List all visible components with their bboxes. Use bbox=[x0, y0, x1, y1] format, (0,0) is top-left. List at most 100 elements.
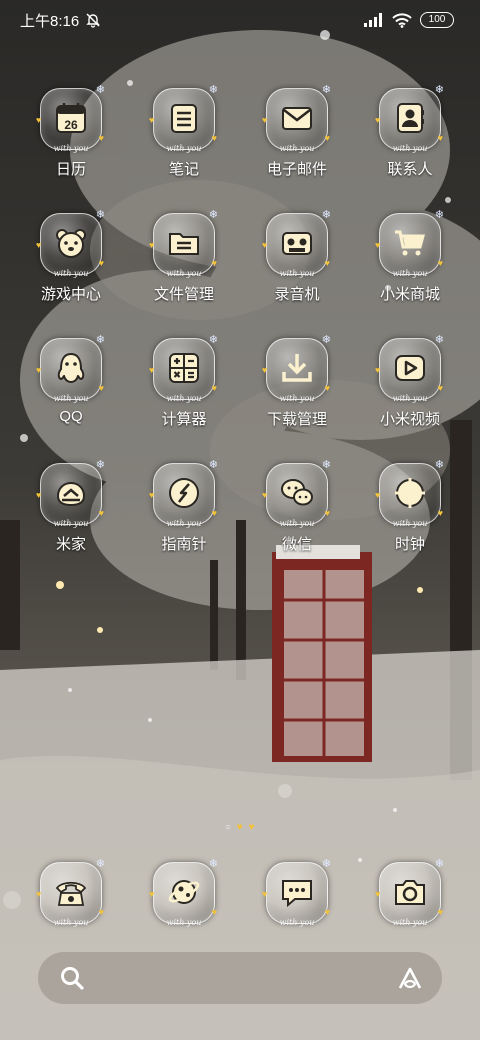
with-you-caption: with you bbox=[279, 144, 315, 153]
app-mi-video[interactable]: ♥ ♥ ❄ with you 小米视频 bbox=[350, 334, 470, 444]
app-label: 微信 bbox=[281, 536, 312, 553]
app-calculator[interactable]: ♥ ♥ ❄ with you 计算器 bbox=[124, 334, 244, 444]
app-label: 下载管理 bbox=[266, 411, 327, 428]
with-you-caption: with you bbox=[53, 519, 89, 528]
heart-icon: ♥ bbox=[211, 258, 217, 268]
heart-icon: ♥ bbox=[375, 889, 381, 899]
heart-icon: ♥ bbox=[262, 115, 268, 125]
browser-icon bbox=[168, 880, 200, 904]
snowflake-icon: ❄ bbox=[434, 459, 444, 471]
home-icon bbox=[56, 481, 86, 507]
folder-icon bbox=[169, 233, 199, 255]
page-indicator[interactable]: ≡ ♥ ♥ bbox=[0, 822, 480, 833]
app-contacts[interactable]: ♥ ♥ ❄ with you 联系人 bbox=[350, 84, 470, 194]
snowflake-icon: ❄ bbox=[208, 84, 218, 96]
status-time: 上午8:16 bbox=[20, 12, 80, 30]
heart-icon: ♥ bbox=[324, 383, 330, 393]
search-bar[interactable] bbox=[38, 952, 442, 1004]
camera-icon bbox=[395, 880, 425, 905]
heart-icon: ♥ bbox=[36, 490, 42, 500]
snowflake-icon: ❄ bbox=[95, 334, 105, 346]
with-you-caption: with you bbox=[279, 269, 315, 278]
app-file-manager[interactable]: ♥ ♥ ❄ with you 文件管理 bbox=[124, 209, 244, 319]
contacts-icon bbox=[397, 103, 424, 133]
with-you-caption: with you bbox=[53, 144, 89, 153]
notes-icon bbox=[171, 104, 197, 133]
heart-icon: ♥ bbox=[36, 365, 42, 375]
heart-icon: ♥ bbox=[437, 258, 443, 268]
app-recorder[interactable]: ♥ ♥ ❄ with you 录音机 bbox=[237, 209, 357, 319]
snowflake-icon: ❄ bbox=[95, 858, 105, 870]
page-heart-icon: ♥ bbox=[236, 822, 243, 833]
menu-lines-icon: ≡ bbox=[225, 822, 231, 832]
app-label: 电子邮件 bbox=[266, 161, 327, 178]
mail-icon bbox=[282, 107, 312, 130]
with-you-caption: with you bbox=[279, 519, 315, 528]
snowflake-icon: ❄ bbox=[208, 459, 218, 471]
with-you-caption: with you bbox=[53, 394, 89, 403]
app-label: 时钟 bbox=[394, 536, 425, 553]
app-label: 游戏中心 bbox=[40, 286, 101, 303]
app-game-center[interactable]: ♥ ♥ ❄ with you 游戏中心 bbox=[11, 209, 131, 319]
app-label: QQ bbox=[59, 408, 83, 425]
with-you-caption: with you bbox=[392, 918, 428, 927]
cart-icon bbox=[395, 230, 425, 256]
app-icon-bubble: ♥ ♥ ❄ bbox=[375, 459, 444, 525]
snowflake-icon: ❄ bbox=[208, 858, 218, 870]
app-icon-bubble: ♥ ♥ ❄ bbox=[36, 334, 105, 400]
search-icon bbox=[61, 967, 84, 990]
heart-icon: ♥ bbox=[375, 115, 381, 125]
snowflake-icon: ❄ bbox=[434, 858, 444, 870]
app-notes[interactable]: ♥ ♥ ❄ with you 笔记 bbox=[124, 84, 244, 194]
snowflake-icon: ❄ bbox=[321, 209, 331, 221]
wechat-icon bbox=[281, 479, 313, 506]
heart-icon: ♥ bbox=[149, 365, 155, 375]
heart-icon: ♥ bbox=[437, 133, 443, 143]
app-icon-bubble: ♥ ♥ ❄ bbox=[149, 459, 218, 525]
app-icon-bubble: ♥ ♥ ❄ bbox=[149, 334, 218, 400]
heart-icon: ♥ bbox=[375, 490, 381, 500]
app-label: 指南针 bbox=[161, 536, 207, 553]
app-email[interactable]: ♥ ♥ ❄ with you 电子邮件 bbox=[237, 84, 357, 194]
app-wechat[interactable]: ♥ ♥ ❄ with you 微信 bbox=[237, 459, 357, 569]
snowflake-icon: ❄ bbox=[95, 459, 105, 471]
app-compass[interactable]: ♥ ♥ ❄ with you 指南针 bbox=[124, 459, 244, 569]
app-clock[interactable]: ♥ ♥ ❄ with you 时钟 bbox=[350, 459, 470, 569]
with-you-caption: with you bbox=[53, 918, 89, 927]
heart-icon: ♥ bbox=[98, 383, 104, 393]
app-icon-bubble: ♥ ♥ ❄ bbox=[262, 84, 331, 150]
with-you-caption: with you bbox=[166, 519, 202, 528]
compass-icon bbox=[169, 478, 199, 508]
app-mi-store[interactable]: ♥ ♥ ❄ with you 小米商城 bbox=[350, 209, 470, 319]
with-you-caption: with you bbox=[166, 144, 202, 153]
assistant-icon[interactable] bbox=[396, 964, 424, 992]
heart-icon: ♥ bbox=[437, 383, 443, 393]
heart-icon: ♥ bbox=[211, 133, 217, 143]
status-bar: 上午8:16 100 bbox=[0, 0, 480, 40]
with-you-caption: with you bbox=[166, 394, 202, 403]
app-download-manager[interactable]: ♥ ♥ ❄ with you 下载管理 bbox=[237, 334, 357, 444]
calculator-icon bbox=[169, 353, 199, 383]
heart-icon: ♥ bbox=[98, 133, 104, 143]
status-right: 100 bbox=[364, 12, 454, 28]
snowflake-icon: ❄ bbox=[208, 334, 218, 346]
heart-icon: ♥ bbox=[262, 490, 268, 500]
with-you-caption: with you bbox=[279, 394, 315, 403]
with-you-caption: with you bbox=[392, 394, 428, 403]
with-you-caption: with you bbox=[166, 269, 202, 278]
app-calendar[interactable]: ♥ ♥ ❄ 26 with you 日历 bbox=[11, 84, 131, 194]
status-left: 上午8:16 bbox=[20, 10, 101, 31]
recorder-icon bbox=[282, 232, 312, 255]
battery-indicator: 100 bbox=[420, 12, 454, 28]
snowflake-icon: ❄ bbox=[95, 84, 105, 96]
app-icon-bubble: ♥ ♥ ❄ bbox=[375, 209, 444, 275]
app-qq[interactable]: ♥ ♥ ❄ with you QQ bbox=[11, 334, 131, 444]
app-mi-home[interactable]: ♥ ♥ ❄ with you 米家 bbox=[11, 459, 131, 569]
heart-icon: ♥ bbox=[375, 365, 381, 375]
heart-icon: ♥ bbox=[324, 258, 330, 268]
app-label: 文件管理 bbox=[153, 286, 214, 303]
app-icon-bubble: ♥ ♥ ❄ 26 bbox=[36, 84, 105, 150]
snowflake-icon: ❄ bbox=[434, 334, 444, 346]
heart-icon: ♥ bbox=[98, 508, 104, 518]
snowflake-icon: ❄ bbox=[434, 209, 444, 221]
